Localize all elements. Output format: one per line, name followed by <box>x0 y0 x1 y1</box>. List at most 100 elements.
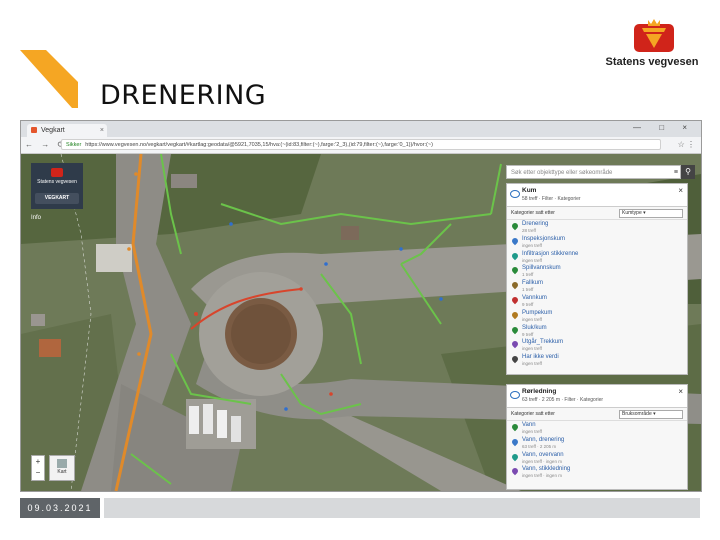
category-count: 1 treff <box>522 272 534 278</box>
tab-title: Vegkart <box>41 127 65 134</box>
category-label: Sluk/kum <box>522 324 547 331</box>
category-label: Vann <box>522 422 536 428</box>
category-row: Kategorier satt etter Bruksområde ▾ <box>507 408 687 421</box>
panel-title: Kum <box>522 187 537 194</box>
map-pin-icon <box>510 437 520 447</box>
zoom-control: + − <box>31 455 45 481</box>
map-view[interactable]: Statens vegvesen VEGKART Info + − Kart S… <box>21 154 701 491</box>
slide-footer: 09.03.2021 <box>20 498 700 518</box>
category-count: 28 treff <box>522 228 536 233</box>
footer-bar <box>104 498 700 518</box>
brand-shield-icon <box>51 168 63 177</box>
map-pin-icon <box>510 422 520 432</box>
kart-label: Kart <box>57 469 67 475</box>
url-field[interactable]: Sikker https://www.vegvesen.no/vegkart/ve… <box>61 139 661 150</box>
category-select[interactable]: Kumtype ▾ <box>619 209 683 218</box>
category-count: 63 treff · 2 205 m <box>522 443 557 449</box>
category-count: ingen treff <box>522 316 542 322</box>
map-pin-icon <box>510 325 520 334</box>
list-icon[interactable]: ≡ <box>674 166 678 180</box>
category-item[interactable]: Utgår_Trekkum ingen treff <box>507 338 687 353</box>
category-label: Drenering <box>522 221 549 227</box>
panel-header[interactable]: Kum 58 treff · Filter · Kategorier × <box>507 184 687 207</box>
zoom-in-button[interactable]: + <box>32 456 44 467</box>
category-count: ingen treff <box>522 257 542 263</box>
result-panel-rorledning: Rørledning 63 treff · 2 205 m · Filter ·… <box>506 384 688 490</box>
category-label: Utgår_Trekkum <box>522 339 564 346</box>
category-label: Vann, stikkledning <box>522 466 571 473</box>
vegkart-button[interactable]: VEGKART <box>35 193 79 204</box>
panel-title: Rørledning <box>522 388 557 395</box>
browser-tabbar: Vegkart × — □ × <box>21 121 701 137</box>
map-pin-icon <box>510 340 520 349</box>
vegvesen-shield-icon <box>634 19 674 52</box>
panel-header[interactable]: Rørledning 63 treff · 2 205 m · Filter ·… <box>507 385 687 408</box>
category-label: Spillvannskum <box>522 265 561 272</box>
search-input[interactable]: Søk etter objekttype eller søkeområde ≡ <box>506 165 681 179</box>
window-controls[interactable]: — □ × <box>633 123 695 132</box>
map-pin-icon <box>510 280 520 290</box>
browser-screenshot: Vegkart × — □ × ← → ⟳ Sikker https://www.… <box>20 120 702 492</box>
close-icon[interactable]: × <box>678 387 683 396</box>
map-pin-icon <box>510 251 520 260</box>
category-item[interactable]: Vann, drenering 63 treff · 2 205 m <box>507 436 687 451</box>
map-pin-icon <box>510 310 520 320</box>
category-count: ingen treff · ingen m <box>522 473 562 479</box>
category-item[interactable]: Spillvannskum 1 treff <box>507 264 687 279</box>
close-icon[interactable]: × <box>678 186 683 195</box>
map-pin-icon <box>510 266 520 275</box>
category-list: Drenering 28 treff Inspeksjonskum ingen tre… <box>507 220 687 368</box>
zoom-out-button[interactable]: − <box>32 467 44 478</box>
map-pin-icon <box>510 354 520 364</box>
decorative-chevron <box>20 50 78 108</box>
bookmark-menu-icons[interactable]: ☆ ⋮ <box>678 140 695 149</box>
category-item[interactable]: Har ikke verdi ingen treff <box>507 353 687 368</box>
category-item[interactable]: Fallkum 1 treff <box>507 279 687 294</box>
category-count: ingen treff <box>522 361 542 367</box>
browser-tab[interactable]: Vegkart × <box>27 124 107 137</box>
search-icon[interactable]: ⚲ <box>681 165 695 179</box>
category-item[interactable]: Vann, overvann ingen treff · ingen m <box>507 451 687 466</box>
category-label: Vann, drenering <box>522 436 565 443</box>
favicon-icon <box>31 127 37 133</box>
visibility-eye-icon[interactable] <box>510 190 520 198</box>
category-count: ingen treff <box>522 429 542 434</box>
category-label: Inspeksjonskum <box>522 235 566 242</box>
category-label: Vann, overvann <box>522 451 564 458</box>
category-label: Pumpekum <box>522 309 553 316</box>
map-pin-icon <box>510 452 520 461</box>
category-item[interactable]: Pumpekum ingen treff <box>507 309 687 324</box>
map-pin-icon <box>510 221 520 231</box>
slide-title: DRENERING <box>100 80 267 111</box>
category-count: ingen treff <box>522 242 542 248</box>
category-label: Vannkum <box>522 294 547 301</box>
category-label: Har ikke verdi <box>522 354 559 361</box>
category-label: Infiltrasjon stikkrenne <box>522 250 579 257</box>
category-item[interactable]: Sluk/kum 9 treff <box>507 324 687 339</box>
category-count: 1 treff <box>522 287 534 293</box>
basemap-switcher[interactable]: Kart <box>49 455 75 481</box>
category-item[interactable]: Vannkum 9 treff <box>507 294 687 309</box>
visibility-eye-icon[interactable] <box>510 391 520 399</box>
category-count: 9 treff <box>522 301 534 307</box>
tab-close-icon[interactable]: × <box>100 124 104 137</box>
slide-date: 09.03.2021 <box>20 498 100 518</box>
url-text: https://www.vegvesen.no/vegkart/vegkart/… <box>85 142 433 148</box>
result-panel-kum: Kum 58 treff · Filter · Kategorier × Kat… <box>506 183 688 375</box>
category-select[interactable]: Bruksområde ▾ <box>619 410 683 419</box>
secure-label: Sikker <box>66 142 82 148</box>
map-layers-icon <box>57 459 67 468</box>
category-row: Kategorier satt etter Kumtype ▾ <box>507 207 687 220</box>
info-label[interactable]: Info <box>31 215 41 221</box>
category-item[interactable]: Vann, stikkledning ingen treff · ingen m <box>507 465 687 480</box>
map-pin-icon <box>510 236 520 246</box>
category-item[interactable]: Vann ingen treff <box>507 421 687 436</box>
category-item[interactable]: Drenering 28 treff <box>507 220 687 235</box>
panel-subtitle: 58 treff · Filter · Kategorier <box>522 196 581 202</box>
category-count: ingen treff <box>522 346 542 352</box>
panel-subtitle: 63 treff · 2 205 m · Filter · Kategorier <box>522 397 604 403</box>
category-label: Kategorier satt etter <box>511 411 555 417</box>
category-item[interactable]: Inspeksjonskum ingen treff <box>507 235 687 250</box>
search-placeholder: Søk etter objekttype eller søkeområde <box>511 170 613 176</box>
category-item[interactable]: Infiltrasjon stikkrenne ingen treff <box>507 250 687 265</box>
